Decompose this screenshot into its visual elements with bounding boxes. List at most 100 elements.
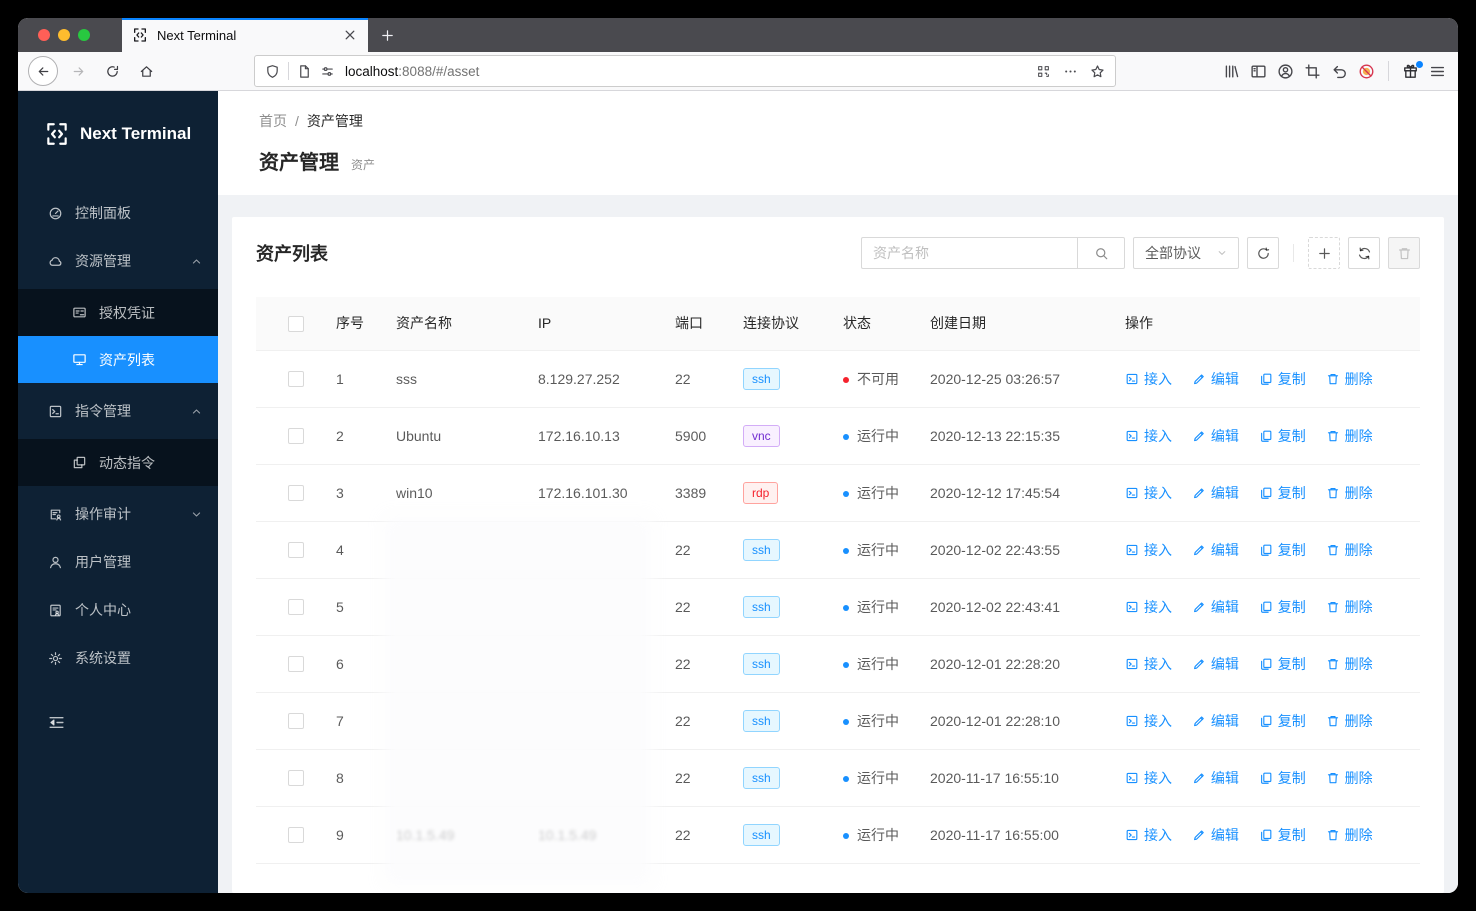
- row-checkbox[interactable]: [288, 770, 304, 787]
- connect-action[interactable]: 接入: [1125, 426, 1172, 446]
- cell-status: 运行中: [843, 806, 930, 864]
- app-logo[interactable]: Next Terminal: [18, 91, 218, 175]
- undo-arrow-icon[interactable]: [1331, 63, 1348, 80]
- connect-action[interactable]: 接入: [1125, 483, 1172, 503]
- browser-tab[interactable]: Next Terminal: [122, 18, 368, 52]
- refresh-button[interactable]: [1348, 237, 1380, 269]
- page-actions-icon[interactable]: [1063, 64, 1078, 79]
- sidebar-item-profile[interactable]: 个人中心: [18, 590, 218, 630]
- edit-action[interactable]: 编辑: [1192, 768, 1239, 788]
- copy-action[interactable]: 复制: [1259, 426, 1306, 446]
- connect-action[interactable]: 接入: [1125, 825, 1172, 845]
- reload-button[interactable]: [98, 57, 126, 85]
- sidebar-item-resources[interactable]: 资源管理: [18, 241, 218, 281]
- sidebar-collapse-button[interactable]: [18, 714, 218, 734]
- protocol-filter-select[interactable]: 全部协议: [1133, 237, 1239, 269]
- row-checkbox[interactable]: [288, 827, 304, 844]
- connect-action[interactable]: 接入: [1125, 369, 1172, 389]
- cell-status: 运行中: [843, 407, 930, 465]
- row-checkbox[interactable]: [288, 485, 304, 502]
- edit-icon: [1192, 486, 1206, 500]
- edit-action[interactable]: 编辑: [1192, 483, 1239, 503]
- edit-action[interactable]: 编辑: [1192, 597, 1239, 617]
- add-asset-button[interactable]: [1308, 237, 1340, 269]
- bookmark-star-icon[interactable]: [1090, 64, 1105, 79]
- delete-action[interactable]: 删除: [1326, 711, 1373, 731]
- delete-action[interactable]: 删除: [1326, 654, 1373, 674]
- account-icon[interactable]: [1277, 63, 1294, 80]
- sidebar-item-users[interactable]: 用户管理: [18, 542, 218, 582]
- row-checkbox[interactable]: [288, 599, 304, 616]
- copy-action[interactable]: 复制: [1259, 483, 1306, 503]
- connect-action[interactable]: 接入: [1125, 711, 1172, 731]
- delete-action[interactable]: 删除: [1326, 369, 1373, 389]
- copy-action[interactable]: 复制: [1259, 825, 1306, 845]
- copy-action[interactable]: 复制: [1259, 711, 1306, 731]
- asset-search-input[interactable]: [861, 237, 1077, 269]
- page-info-icon[interactable]: [297, 64, 312, 79]
- connect-action[interactable]: 接入: [1125, 540, 1172, 560]
- delete-action[interactable]: 删除: [1326, 483, 1373, 503]
- menu-hamburger-icon[interactable]: [1429, 63, 1446, 80]
- edit-action[interactable]: 编辑: [1192, 711, 1239, 731]
- sidebar-item-commands[interactable]: 指令管理: [18, 391, 218, 431]
- maximize-window-button[interactable]: [78, 29, 90, 41]
- copy-action[interactable]: 复制: [1259, 597, 1306, 617]
- sidebar-item-dynamic-commands[interactable]: 动态指令: [18, 439, 218, 486]
- copy-action[interactable]: 复制: [1259, 369, 1306, 389]
- whats-new-gift-icon[interactable]: [1402, 60, 1423, 80]
- sidebar-item-label: 控制面板: [75, 205, 131, 221]
- edit-action[interactable]: 编辑: [1192, 369, 1239, 389]
- sidebar-item-settings[interactable]: 系统设置: [18, 638, 218, 678]
- edit-action[interactable]: 编辑: [1192, 654, 1239, 674]
- edit-action[interactable]: 编辑: [1192, 540, 1239, 560]
- url-text[interactable]: localhost:8088/#/asset: [345, 64, 1028, 79]
- minimize-window-button[interactable]: [58, 29, 70, 41]
- status-dot: [843, 832, 849, 839]
- connect-action[interactable]: 接入: [1125, 597, 1172, 617]
- delete-action[interactable]: 删除: [1326, 825, 1373, 845]
- forward-button[interactable]: [64, 57, 92, 85]
- delete-action[interactable]: 删除: [1326, 540, 1373, 560]
- library-icon[interactable]: [1223, 63, 1240, 80]
- protocol-tag: ssh: [743, 595, 780, 618]
- status-dot: [843, 376, 849, 383]
- back-button[interactable]: [28, 56, 58, 86]
- connect-action[interactable]: 接入: [1125, 768, 1172, 788]
- close-window-button[interactable]: [38, 29, 50, 41]
- select-all-checkbox[interactable]: [288, 315, 304, 332]
- sidebar-item-dashboard[interactable]: 控制面板: [18, 193, 218, 233]
- delete-action[interactable]: 删除: [1326, 768, 1373, 788]
- sidebar-item-audit[interactable]: 操作审计: [18, 494, 218, 534]
- breadcrumb-home[interactable]: 首页: [259, 113, 287, 129]
- sidebar-toggle-icon[interactable]: [1250, 63, 1267, 80]
- copy-action[interactable]: 复制: [1259, 654, 1306, 674]
- row-checkbox[interactable]: [288, 656, 304, 673]
- row-checkbox[interactable]: [288, 713, 304, 730]
- edit-action[interactable]: 编辑: [1192, 825, 1239, 845]
- url-bar[interactable]: localhost:8088/#/asset: [254, 55, 1116, 87]
- row-checkbox[interactable]: [288, 371, 304, 388]
- delete-action[interactable]: 删除: [1326, 426, 1373, 446]
- shield-icon[interactable]: [265, 64, 280, 79]
- delete-action[interactable]: 删除: [1326, 597, 1373, 617]
- edit-icon: [1192, 714, 1206, 728]
- search-button[interactable]: [1077, 237, 1125, 269]
- batch-delete-button[interactable]: [1388, 237, 1420, 269]
- blocked-extension-icon[interactable]: [1358, 63, 1375, 80]
- permissions-icon[interactable]: [320, 64, 335, 79]
- row-checkbox[interactable]: [288, 428, 304, 445]
- screenshot-icon[interactable]: [1304, 63, 1321, 80]
- tab-close-icon[interactable]: [342, 27, 358, 43]
- new-tab-button[interactable]: [368, 18, 406, 52]
- copy-action[interactable]: 复制: [1259, 768, 1306, 788]
- sidebar-item-assets[interactable]: 资产列表: [18, 336, 218, 383]
- sidebar-item-credentials[interactable]: 授权凭证: [18, 289, 218, 336]
- home-button[interactable]: [132, 57, 160, 85]
- connect-action[interactable]: 接入: [1125, 654, 1172, 674]
- row-checkbox[interactable]: [288, 542, 304, 559]
- undo-filter-button[interactable]: [1247, 237, 1279, 269]
- edit-action[interactable]: 编辑: [1192, 426, 1239, 446]
- qr-scan-icon[interactable]: [1036, 64, 1051, 79]
- copy-action[interactable]: 复制: [1259, 540, 1306, 560]
